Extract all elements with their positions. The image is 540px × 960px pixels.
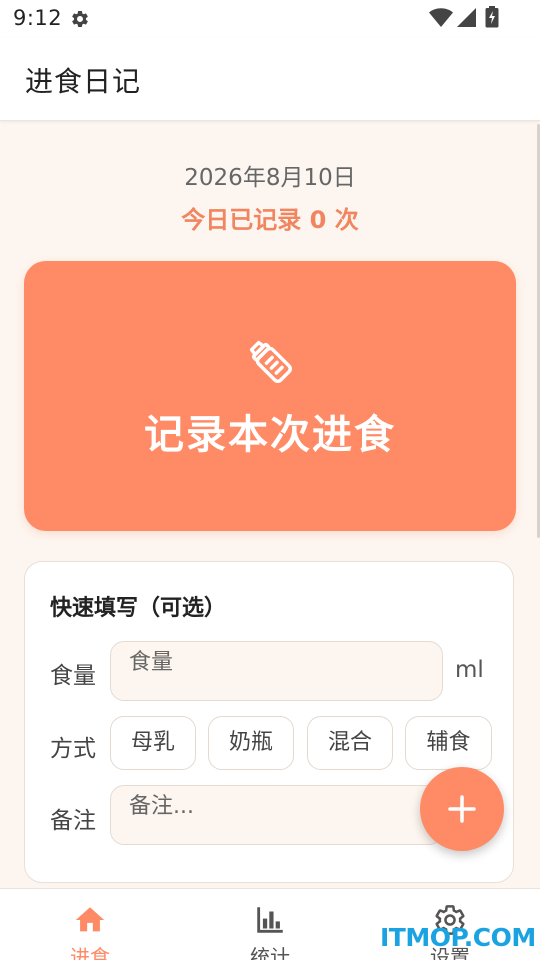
- note-input[interactable]: [111, 786, 442, 844]
- date-label: 2026年8月10日: [184, 165, 356, 191]
- record-feeding-button[interactable]: [24, 261, 516, 531]
- app-bar: 进食日记: [0, 38, 540, 121]
- record-feeding-label: 记录本次进食: [144, 412, 396, 458]
- settings-status-icon: [72, 10, 88, 27]
- signal-icon: [457, 8, 476, 27]
- nav-item-feeding[interactable]: 进食: [0, 889, 180, 960]
- note-field-wrapper: [110, 785, 443, 845]
- note-label: 备注: [50, 808, 96, 834]
- method-chip-mixed[interactable]: 混合: [307, 716, 393, 770]
- quick-fill-title: 快速填写（可选）: [50, 596, 227, 621]
- method-chip-breastmilk[interactable]: 母乳: [110, 716, 196, 770]
- watermark-logo: ITMOP.COM: [380, 923, 536, 952]
- home-icon: [75, 907, 105, 932]
- today-count-label: 今日已记录 0 次: [181, 206, 359, 234]
- plus-icon: [448, 795, 476, 823]
- screen: 9:12 进食日记 2026年8月10日 今日已记录 0 次 记录本次进食 快速…: [0, 0, 540, 960]
- method-chip-solid-food[interactable]: 辅食: [405, 716, 492, 770]
- bar-chart-icon: [257, 907, 283, 933]
- status-time: 9:12: [13, 6, 63, 30]
- method-chip-bottle[interactable]: 奶瓶: [208, 716, 294, 770]
- nav-label-feeding: 进食: [70, 945, 110, 960]
- battery-icon: [485, 6, 499, 28]
- amount-unit: ml: [455, 657, 484, 683]
- page-title: 进食日记: [25, 65, 142, 98]
- method-label: 方式: [50, 736, 96, 762]
- add-record-fab[interactable]: [420, 767, 504, 851]
- nav-label-stats: 统计: [250, 945, 290, 960]
- wifi-icon: [429, 8, 453, 28]
- nav-item-stats[interactable]: 统计: [180, 889, 360, 960]
- amount-input[interactable]: [111, 642, 442, 700]
- status-bar: 9:12: [0, 0, 540, 38]
- amount-label: 食量: [50, 663, 96, 689]
- amount-field-wrapper: [110, 641, 443, 701]
- baby-bottle-icon: [249, 340, 293, 384]
